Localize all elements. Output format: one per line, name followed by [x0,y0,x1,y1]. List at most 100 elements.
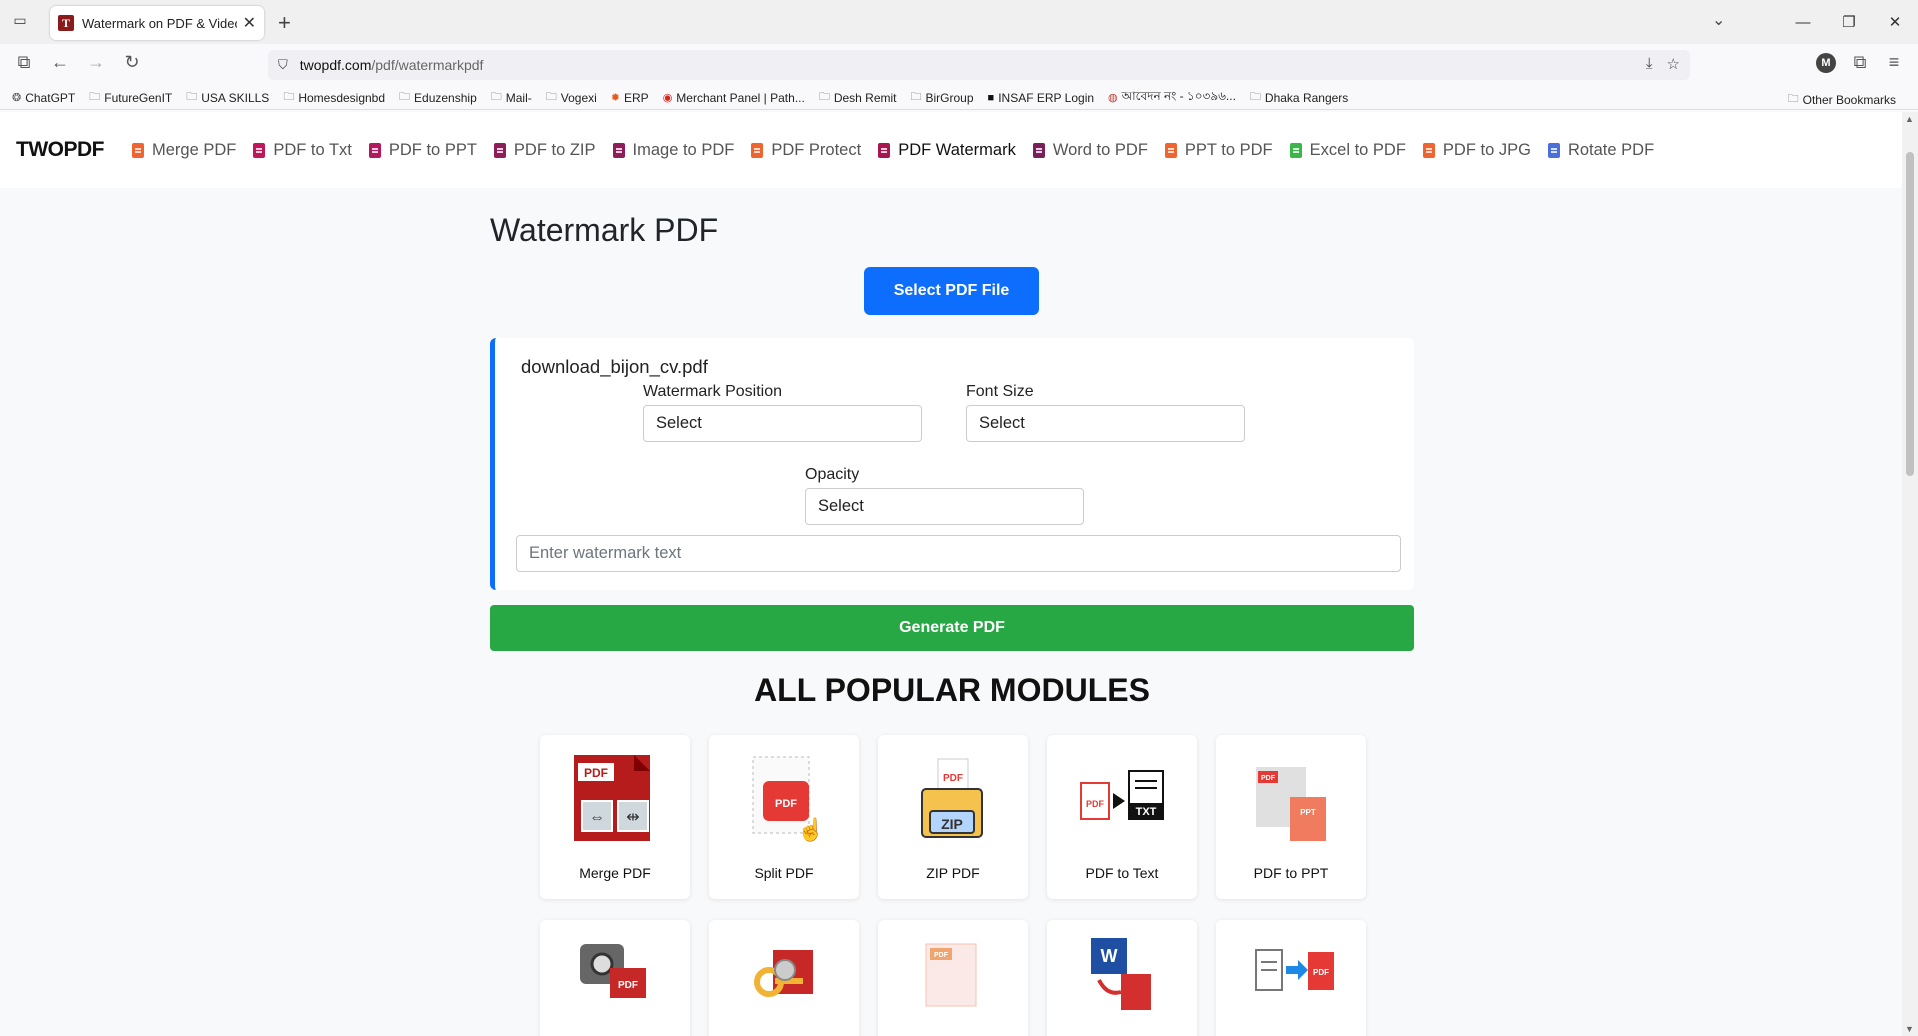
svg-text:PDF: PDF [1086,799,1105,809]
module-card-split-pdf[interactable]: PDF ☝ Split PDF [709,735,859,899]
site-logo[interactable]: TWOPDF [16,138,104,162]
tab-close-icon[interactable]: ✕ [243,13,256,33]
doc-to-pdf-icon: PDF [1255,949,1334,991]
site-info-icon[interactable]: ⛉ [278,57,288,73]
bookmark-item[interactable]: 🗀 Eduzenship [399,88,477,107]
nav-link-pdf-to-ppt[interactable]: PDF to PPT [368,140,477,160]
download-icon[interactable]: ⤓ [1646,55,1653,73]
nav-link-rotate-pdf[interactable]: Rotate PDF [1547,141,1654,160]
svg-text:PDF: PDF [1261,775,1276,782]
module-card-pdf-protect[interactable] [709,920,859,1036]
module-card-pdf-to-text[interactable]: PDF TXT PDF to Text [1047,735,1197,899]
font-size-select[interactable]: Select [966,405,1245,442]
nav-link-ppt-to-pdf[interactable]: PPT to PDF [1164,140,1273,160]
module-card-merge-pdf[interactable]: PDF ⇔ ⇹ Merge PDF [540,735,690,899]
bookmark-label: Mail- [505,90,532,105]
module-card-pdf-watermark[interactable]: PDF [878,920,1028,1036]
other-bookmarks[interactable]: 🗀 Other Bookmarks [1788,90,1896,109]
nav-link-label: Image to PDF [632,140,735,159]
module-card-image-to-pdf[interactable]: PDF [540,920,690,1036]
page-title: Watermark PDF [490,212,719,248]
bookmark-item[interactable]: 🗀 Homesdesignbd [283,88,385,107]
bookmark-label: USA SKILLS [201,90,270,105]
font-size-label: Font Size [966,383,1034,400]
pdf-file-icon [751,142,764,158]
watermark-position-label: Watermark Position [643,383,782,400]
bookmark-item[interactable]: 🗀 Mail- [491,88,532,107]
generate-pdf-button[interactable]: Generate PDF [490,605,1414,651]
select-pdf-button[interactable]: Select PDF File [864,267,1039,315]
nav-link-pdf-to-jpg[interactable]: PDF to JPG [1422,141,1531,160]
extensions-icon[interactable]: ⧉ [1848,52,1872,73]
nav-link-label: PDF Watermark [898,140,1016,159]
insaf-icon: ■ [987,91,995,104]
bookmark-item[interactable]: ■ INSAF ERP Login [988,91,1094,105]
bookmark-star-icon[interactable]: ☆ [1667,55,1680,73]
watermark-text-input[interactable]: Enter watermark text [516,535,1401,572]
opacity-select[interactable]: Select [805,488,1084,525]
sidebar-toggle-icon[interactable]: ⧉ [12,52,36,73]
module-label: PDF to Text [1085,865,1159,881]
nav-link-word-to-pdf[interactable]: Word to PDF [1032,141,1148,160]
bookmark-item[interactable]: 🗀 BirGroup [911,88,974,107]
word-to-pdf-icon: W [1091,938,1151,1010]
bookmark-item[interactable]: ◉ Merchant Panel | Path... [663,91,805,105]
page-scrollbar[interactable]: ▲ ▼ [1902,112,1918,1036]
bookmark-item[interactable]: 🗀 Dhaka Rangers [1250,88,1348,107]
svg-text:PDF: PDF [584,766,608,780]
bookmark-label: Vogexi [560,90,597,105]
address-bar[interactable]: ⛉ twopdf.com/pdf/watermarkpdf ⤓ ☆ [268,50,1690,80]
scrollbar-thumb[interactable] [1906,152,1914,476]
nav-link-pdf-protect[interactable]: PDF Protect [751,141,861,160]
bookmark-label: Eduzenship [414,90,477,105]
bookmark-item[interactable]: ◍ আবেদন নং - ১০৩৯৬... [1108,88,1236,108]
folder-icon: 🗀 [490,91,502,103]
restore-icon[interactable]: ❐ [1826,13,1872,31]
chevron-down-icon[interactable]: ⌄ [1712,10,1725,30]
module-card-pdf-to-ppt[interactable]: PDF PPT PDF to PPT [1216,735,1366,899]
minimize-icon[interactable]: — [1780,14,1826,31]
module-card-zip-pdf[interactable]: PDF ZIP ZIP PDF [878,735,1028,899]
nav-link-excel-to-pdf[interactable]: Excel to PDF [1289,141,1406,160]
nav-link-label: PDF to PPT [388,140,477,159]
nav-link-pdf-to-zip[interactable]: PDF to ZIP [493,141,596,160]
pdf-to-ppt-icon: PDF PPT [1256,767,1326,841]
nav-link-pdf-watermark[interactable]: PDF Watermark [878,141,1016,160]
menu-icon[interactable]: ≡ [1882,52,1906,73]
reload-icon[interactable]: ↻ [120,52,144,73]
bookmark-label: Homesdesignbd [298,90,386,105]
bookmark-item[interactable]: ❂ ChatGPT [12,91,75,105]
gov-icon: ◍ [1108,92,1118,104]
module-label: PDF to PPT [1253,865,1329,881]
bookmark-item[interactable]: ✹ ERP [611,91,649,105]
watermark-position-select[interactable]: Select [643,405,922,442]
scroll-down-icon[interactable]: ▼ [1905,1024,1914,1034]
scroll-up-icon[interactable]: ▲ [1905,114,1914,124]
tab-strip: ▭ T Watermark on PDF & Video: Ho ✕ + ⌄ —… [0,0,1918,44]
bookmark-item[interactable]: 🗀 Desh Remit [819,88,897,107]
bookmark-item[interactable]: 🗀 USA SKILLS [186,88,269,107]
nav-link-label: PPT to PDF [1184,140,1273,159]
close-window-icon[interactable]: ✕ [1872,13,1918,31]
bookmark-item[interactable]: 🗀 Vogexi [546,88,597,107]
folder-icon: 🗀 [818,91,830,103]
nav-link-merge-pdf[interactable]: Merge PDF [131,141,236,160]
bookmark-item[interactable]: 🗀 FutureGenIT [89,88,172,107]
nav-link-image-to-pdf[interactable]: Image to PDF [612,140,735,160]
new-tab-icon[interactable]: + [278,10,291,36]
back-arrow-icon[interactable]: ← [48,52,72,73]
nav-link-label: PDF to Txt [273,140,352,159]
site-navbar: TWOPDF Merge PDF PDF to Txt PDF to PPT P… [0,112,1902,188]
forward-arrow-icon[interactable]: → [84,52,108,73]
chatgpt-icon: ❂ [12,92,22,104]
tab-list-icon[interactable]: ▭ [10,12,30,32]
profile-avatar[interactable]: M [1816,53,1836,73]
svg-text:PDF: PDF [934,952,949,959]
module-card-word-to-pdf[interactable]: W [1047,920,1197,1036]
browser-tab[interactable]: T Watermark on PDF & Video: Ho ✕ [50,6,264,40]
pdf-file-icon [612,142,625,158]
nav-link-pdf-to-txt[interactable]: PDF to Txt [253,141,352,160]
pathao-icon: ◉ [662,92,673,104]
module-card-doc-to-pdf[interactable]: PDF [1216,920,1366,1036]
pdf-file-icon [493,142,506,158]
